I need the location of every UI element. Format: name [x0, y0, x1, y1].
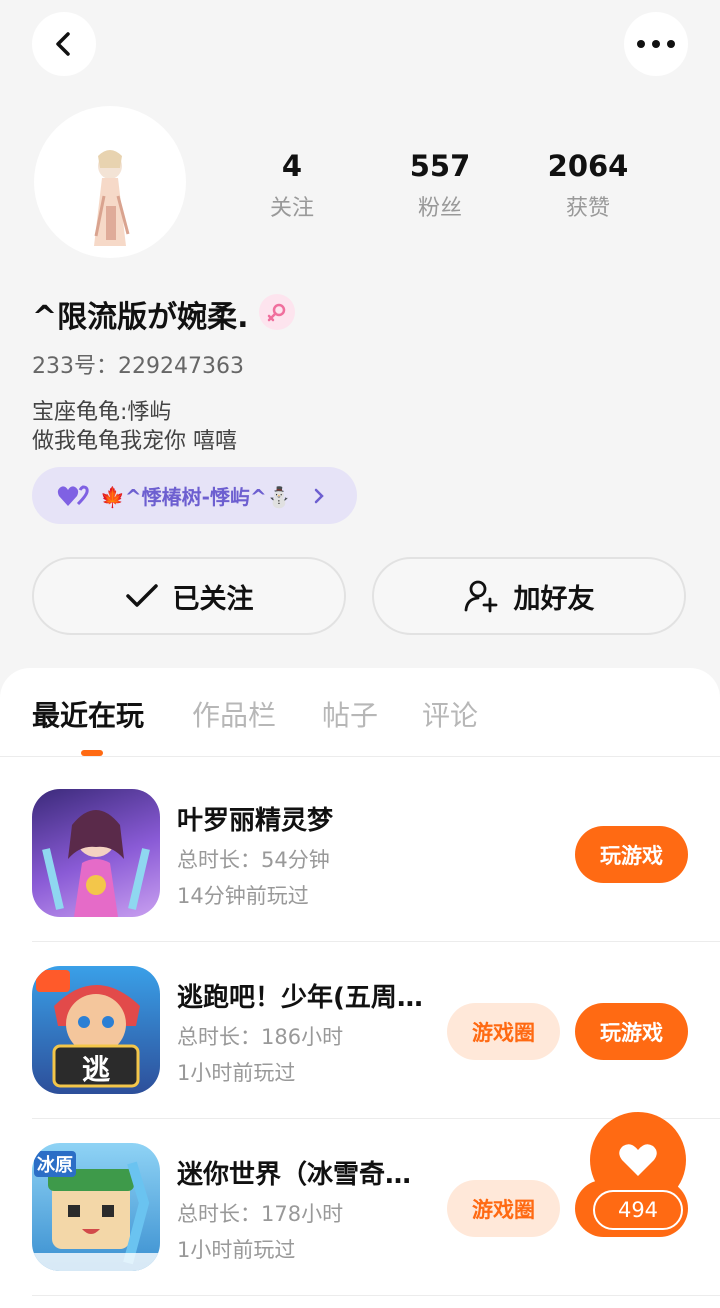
more-options-button[interactable] [624, 12, 688, 76]
more-dots-icon [637, 40, 675, 48]
tab-works[interactable]: 作品栏 [192, 694, 276, 734]
game-duration: 总时长：178小时 [177, 1202, 344, 1226]
game-icon-yeluoli[interactable] [32, 789, 160, 917]
add-friend-label: 加好友 [513, 583, 595, 615]
game-circle-button[interactable]: 游戏圈 [447, 1180, 560, 1237]
game-name: 逃跑吧！少年(五周… [177, 983, 423, 1013]
stat-fans-label: 粉丝 [417, 196, 462, 221]
game-duration: 总时长：186小时 [177, 1025, 344, 1049]
game-icon-taopaoba[interactable]: 逃 [32, 966, 160, 1094]
game-icon-mini-world[interactable]: 冰原 [32, 1143, 160, 1271]
relation-chip[interactable]: 🍁^悸椿树-悸屿^⛄ [32, 467, 357, 524]
bio-line-1: 宝座龟龟:悸屿 [32, 400, 172, 425]
list-divider [32, 941, 720, 942]
stat-likes-count: 2064 [547, 149, 629, 183]
tab-comments[interactable]: 评论 [422, 694, 478, 734]
double-heart-icon [57, 484, 89, 506]
game-icon-text: 冰原 [34, 1151, 76, 1177]
followed-label: 已关注 [172, 583, 254, 615]
game-last-played: 1小时前玩过 [177, 1238, 296, 1262]
stat-likes-label: 获赞 [565, 196, 610, 221]
avatar-figure-icon [94, 150, 130, 246]
game-duration: 总时长：54分钟 [177, 848, 330, 872]
stat-fans-count: 557 [409, 149, 471, 183]
play-game-button[interactable]: 玩游戏 [575, 1003, 688, 1060]
avatar[interactable] [34, 106, 186, 258]
tab-divider [0, 756, 720, 757]
female-gender-icon [259, 294, 295, 330]
user-id: 233号：229247363 [32, 354, 244, 379]
add-friend-button[interactable]: 加好友 [372, 557, 686, 635]
tab-posts[interactable]: 帖子 [322, 694, 378, 734]
game-name: 叶罗丽精灵梦 [177, 806, 334, 836]
stat-following-count: 4 [281, 149, 303, 183]
relation-text: 🍁^悸椿树-悸屿^⛄ [100, 485, 292, 509]
like-count: 494 [593, 1190, 683, 1230]
play-game-button[interactable]: 玩游戏 [575, 826, 688, 883]
back-arrow-icon [56, 32, 70, 56]
game-name: 迷你世界（冰雪奇… [177, 1160, 412, 1190]
add-user-icon [464, 580, 497, 613]
stat-likes[interactable]: 2064 获赞 [528, 148, 648, 222]
stat-following[interactable]: 4 关注 [232, 148, 352, 222]
back-button[interactable] [32, 12, 96, 76]
game-last-played: 14分钟前玩过 [177, 884, 309, 908]
stat-following-label: 关注 [269, 196, 314, 221]
list-divider [32, 1295, 720, 1296]
heart-icon [619, 1144, 657, 1176]
followed-button[interactable]: 已关注 [32, 557, 346, 635]
tab-recent[interactable]: 最近在玩 [32, 694, 144, 734]
game-circle-button[interactable]: 游戏圈 [447, 1003, 560, 1060]
bio-line-2: 做我龟龟我宠你 嘻嘻 [32, 429, 237, 454]
checkmark-icon [125, 584, 158, 607]
game-last-played: 1小时前玩过 [177, 1061, 296, 1085]
nickname: ^限流版が婉柔. [32, 300, 249, 335]
chevron-right-icon [314, 488, 324, 503]
game-icon-text: 逃 [81, 1053, 110, 1086]
stat-fans[interactable]: 557 粉丝 [380, 148, 500, 222]
